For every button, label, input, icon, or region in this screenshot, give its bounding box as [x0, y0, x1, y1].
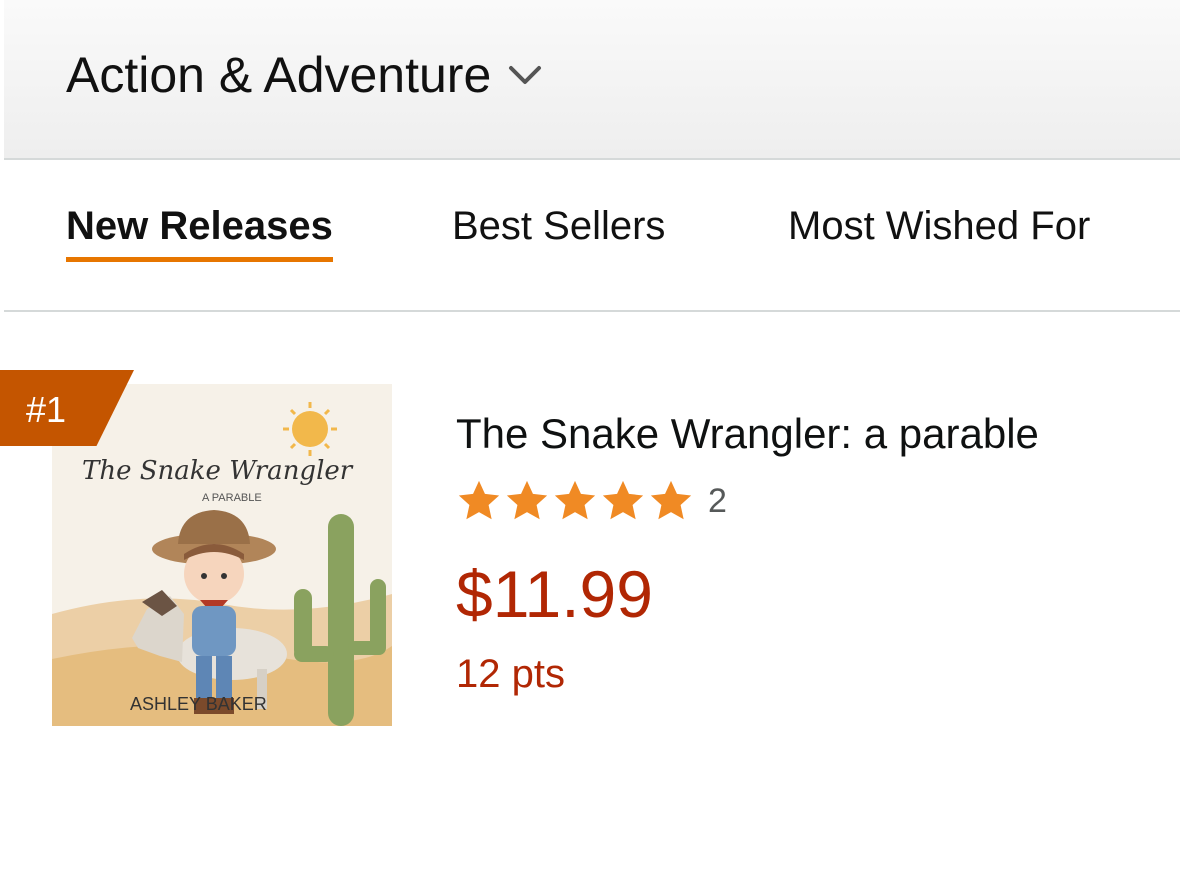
- category-dropdown[interactable]: Action & Adventure: [66, 46, 545, 104]
- tab-new-releases[interactable]: New Releases: [66, 204, 333, 262]
- product-title-link[interactable]: The Snake Wrangler: a parable: [456, 410, 1039, 458]
- star-icon: [602, 480, 644, 520]
- cover-title: The Snake Wrangler: [82, 456, 354, 486]
- rating-row[interactable]: 2: [456, 478, 727, 524]
- tab-bar: New Releases Best Sellers Most Wished Fo…: [4, 160, 1180, 312]
- tab-best-sellers[interactable]: Best Sellers: [452, 204, 665, 257]
- star-icon: [506, 480, 548, 520]
- points: 12 pts: [456, 652, 565, 696]
- tab-most-wished-for[interactable]: Most Wished For: [788, 204, 1090, 257]
- cover-author: ASHLEY BAKER: [130, 694, 267, 714]
- category-header[interactable]: Action & Adventure: [4, 0, 1180, 160]
- chevron-down-icon: [509, 66, 542, 84]
- review-count[interactable]: 2: [708, 482, 727, 521]
- book-cover-image[interactable]: The Snake Wrangler A PARABLE ASHLEY BAKE…: [52, 384, 392, 726]
- star-icon: [458, 480, 500, 520]
- star-icon: [650, 480, 692, 520]
- star-icon: [554, 480, 596, 520]
- rank-label: #1: [26, 389, 67, 430]
- price: $11.99: [456, 557, 653, 631]
- category-title: Action & Adventure: [66, 47, 492, 103]
- cover-subtitle: A PARABLE: [202, 492, 262, 504]
